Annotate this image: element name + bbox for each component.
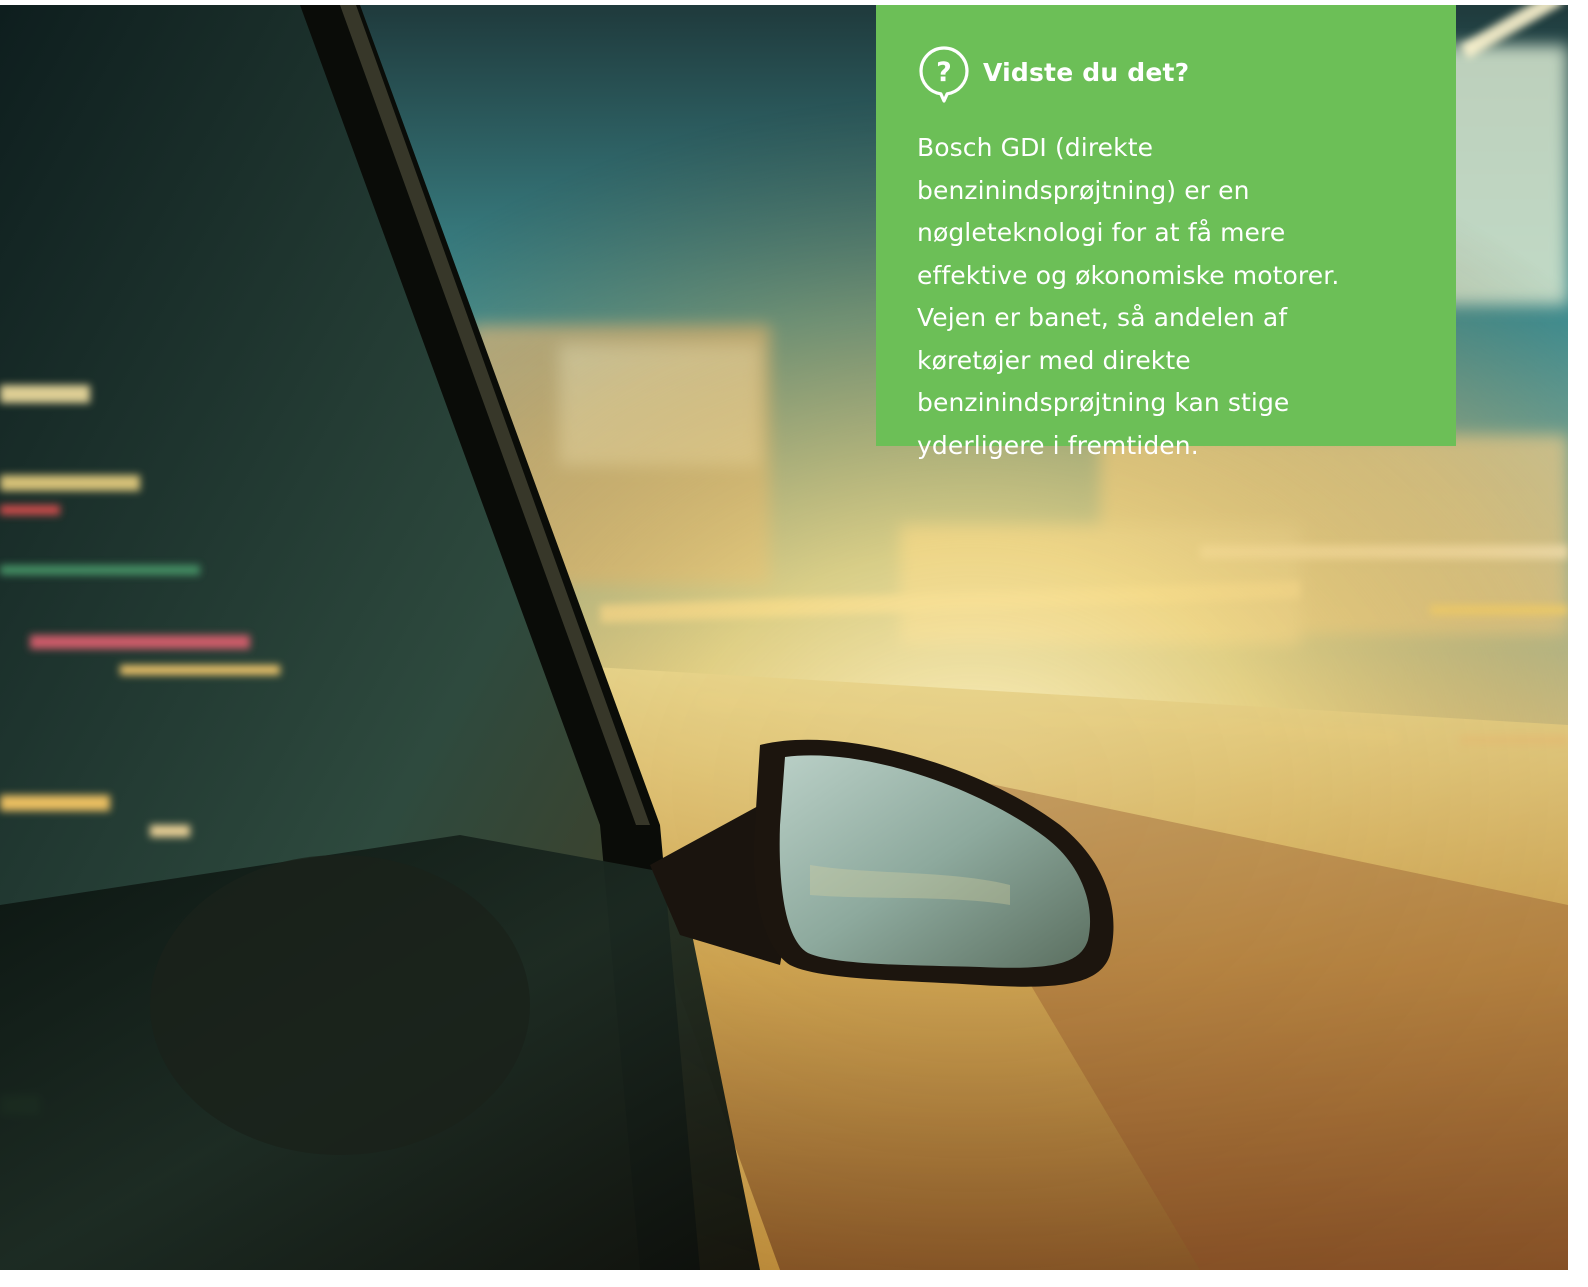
question-speech-bubble-icon: ? [919,46,969,103]
page: ? Vidste du det? Bosch GDI (direkte benz… [0,0,1588,1287]
info-box-title: Vidste du det? [983,57,1190,87]
info-box-header: ? Vidste du det? [917,45,1416,105]
did-you-know-box: ? Vidste du det? Bosch GDI (direkte benz… [876,5,1456,460]
svg-text:?: ? [936,57,952,88]
info-box-body: Bosch GDI (direkte benzinindsprøjtning) … [917,133,1340,460]
